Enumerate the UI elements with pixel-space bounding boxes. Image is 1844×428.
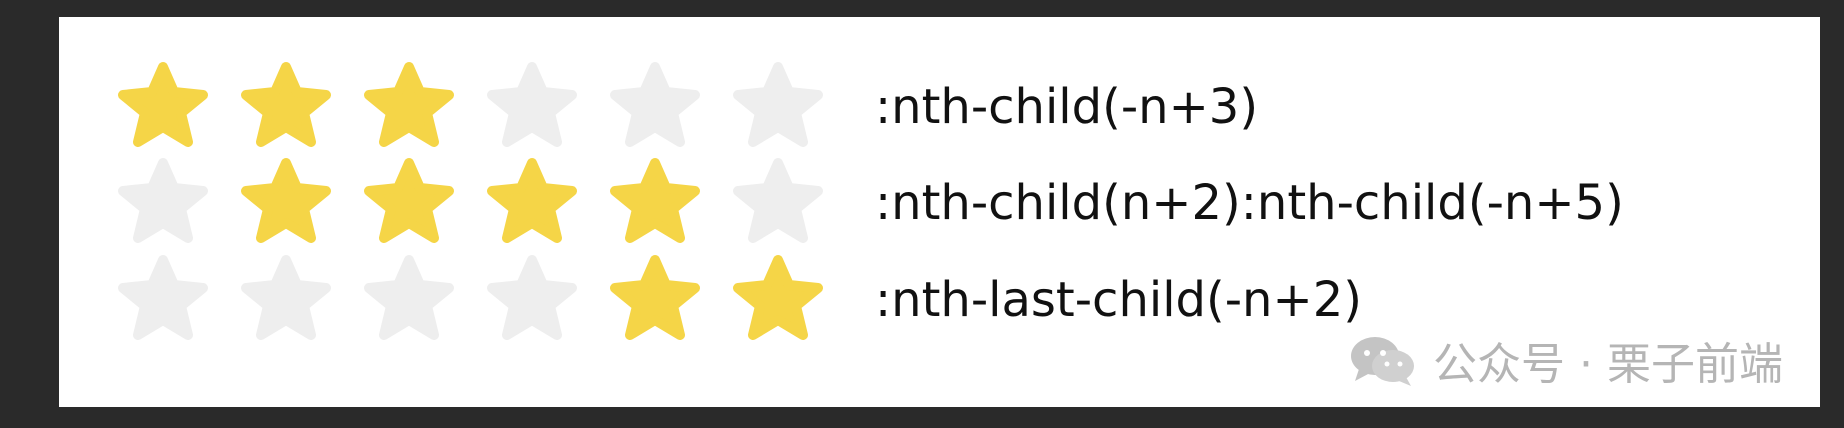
star-icon: [115, 59, 211, 155]
star-icon: [238, 252, 334, 348]
wechat-icon: [1345, 330, 1419, 390]
selector-row: :nth-child(-n+3): [59, 59, 1820, 155]
star-icon: [484, 252, 580, 348]
watermark: 公众号 · 栗子前端: [1345, 325, 1783, 395]
selector-label: :nth-child(n+2):nth-child(-n+5): [875, 175, 1624, 231]
star-icon: [238, 155, 334, 251]
star-icon: [730, 252, 826, 348]
selector-label: :nth-child(-n+3): [875, 79, 1259, 135]
star-icon: [484, 155, 580, 251]
star-icon: [238, 59, 334, 155]
star-icon: [361, 252, 457, 348]
star-icon: [361, 59, 457, 155]
star-icon: [607, 252, 703, 348]
selector-row: :nth-child(n+2):nth-child(-n+5): [59, 155, 1820, 251]
star-icon: [730, 155, 826, 251]
selector-label: :nth-last-child(-n+2): [875, 272, 1362, 328]
star-icon: [361, 155, 457, 251]
demo-panel: :nth-child(-n+3) :nth-child(n+2):nth-chi…: [59, 17, 1820, 407]
star-rating: [115, 252, 885, 348]
star-icon: [115, 252, 211, 348]
star-icon: [730, 59, 826, 155]
star-icon: [607, 155, 703, 251]
star-rating: [115, 155, 885, 251]
star-icon: [607, 59, 703, 155]
star-icon: [115, 155, 211, 251]
watermark-text: 公众号 · 栗子前端: [1433, 339, 1783, 390]
page: { "rows": [ { "selector": ":nth-child(-n…: [0, 0, 1844, 428]
star-icon: [484, 59, 580, 155]
star-rating: [115, 59, 885, 155]
